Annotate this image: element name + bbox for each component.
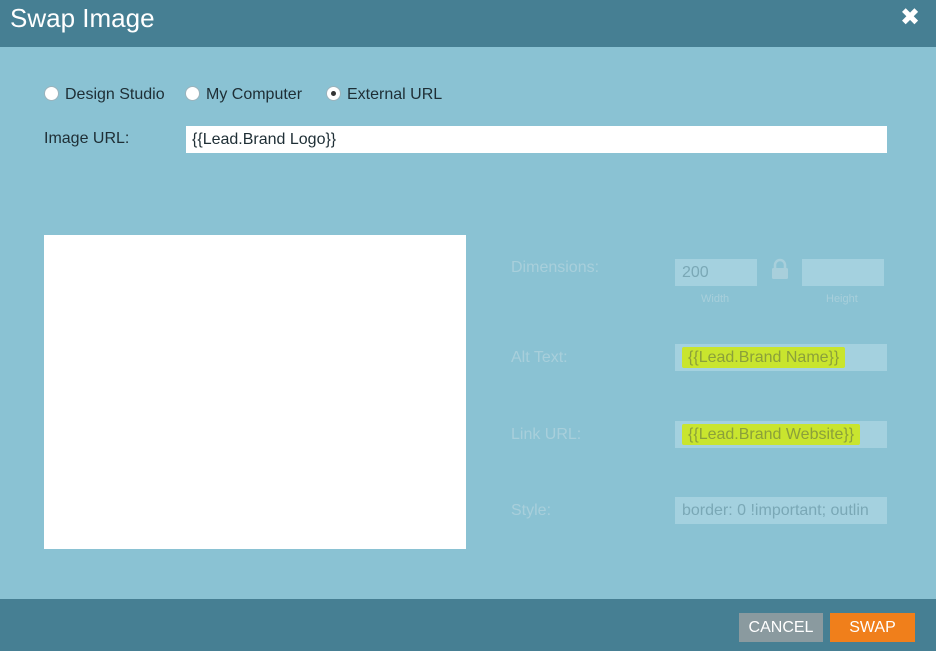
height-input[interactable] (802, 259, 884, 286)
radio-my-computer-dot[interactable] (185, 86, 200, 101)
swap-button[interactable]: SWAP (830, 613, 915, 642)
radio-external-url[interactable]: External URL (326, 84, 446, 106)
image-preview (44, 235, 466, 549)
link-url-input[interactable]: {{Lead.Brand Website}} (675, 421, 887, 448)
width-caption: Width (701, 293, 730, 305)
image-url-input[interactable]: {{Lead.Brand Logo}} (186, 126, 887, 153)
lock-icon[interactable] (770, 258, 790, 280)
radio-design-studio-dot[interactable] (44, 86, 59, 101)
cancel-button[interactable]: CANCEL (739, 613, 823, 642)
radio-my-computer[interactable]: My Computer (185, 84, 311, 106)
dimensions-label: Dimensions: (511, 259, 600, 276)
link-url-value: {{Lead.Brand Website}} (682, 424, 861, 445)
style-label: Style: (511, 502, 552, 519)
style-input[interactable]: border: 0 !important; outlin (675, 497, 887, 524)
alt-text-label: Alt Text: (511, 349, 568, 366)
radio-design-studio[interactable]: Design Studio (44, 84, 174, 106)
alt-text-input[interactable]: {{Lead.Brand Name}} (675, 344, 887, 371)
image-url-label: Image URL: (44, 130, 130, 147)
radio-my-computer-label: My Computer (206, 86, 303, 103)
alt-text-value: {{Lead.Brand Name}} (682, 347, 846, 368)
close-icon[interactable]: ✖ (896, 4, 924, 32)
dialog-header: Swap Image ✖ (0, 0, 936, 47)
link-url-label: Link URL: (511, 426, 582, 443)
radio-external-url-label: External URL (347, 86, 443, 103)
height-caption: Height (826, 293, 858, 305)
width-input[interactable]: 200 (675, 259, 757, 286)
radio-design-studio-label: Design Studio (65, 86, 165, 103)
dialog-title: Swap Image (10, 3, 155, 33)
radio-external-url-dot[interactable] (326, 86, 341, 101)
